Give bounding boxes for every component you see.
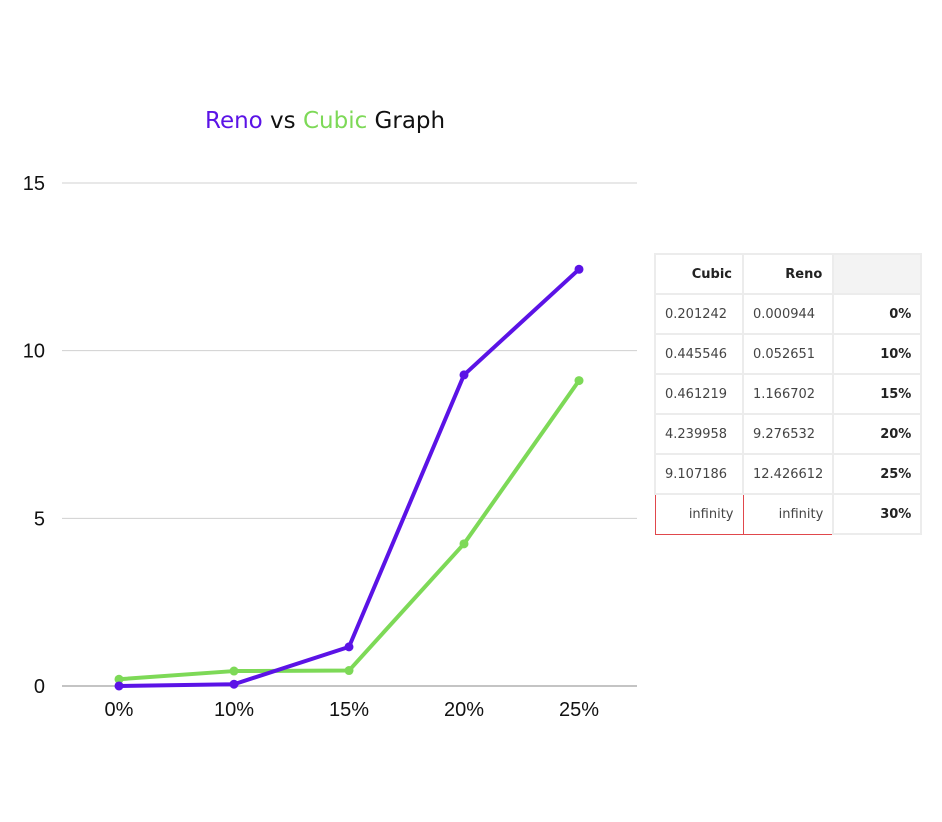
- cell-cubic[interactable]: 4.239958: [654, 413, 744, 455]
- reno-data-point: [229, 679, 239, 689]
- y-tick-label: 5: [34, 508, 45, 530]
- x-tick-label: 25%: [559, 699, 599, 721]
- y-tick-label: 0: [34, 676, 45, 698]
- cell-reno[interactable]: 12.426612: [741, 453, 835, 495]
- header-cubic: Cubic: [654, 253, 744, 295]
- table-row: infinity infinity 30%: [654, 493, 923, 535]
- reno-data-point: [459, 370, 469, 380]
- x-tick-label: 0%: [105, 699, 134, 721]
- y-tick-label: 15: [23, 173, 45, 195]
- axes: 0 5 10 15 0% 10% 15% 20% 25%: [23, 173, 599, 721]
- cubic-data-point: [229, 666, 239, 676]
- table-header-row: Cubic Reno: [654, 253, 923, 295]
- table-row: 9.107186 12.426612 25%: [654, 453, 923, 495]
- cell-label[interactable]: 30%: [832, 493, 923, 535]
- y-tick-label: 10: [23, 341, 45, 363]
- cell-reno[interactable]: 0.000944: [741, 293, 835, 335]
- cell-reno[interactable]: 0.052651: [741, 333, 835, 375]
- cell-label[interactable]: 0%: [832, 293, 923, 335]
- header-blank: [832, 253, 923, 295]
- data-table: Cubic Reno 0.201242 0.000944 0% 0.445546…: [654, 253, 923, 535]
- table-row: 4.239958 9.276532 20%: [654, 413, 923, 455]
- cell-label[interactable]: 10%: [832, 333, 923, 375]
- cell-cubic[interactable]: 0.201242: [654, 293, 744, 335]
- cell-reno[interactable]: 9.276532: [741, 413, 835, 455]
- x-tick-label: 20%: [444, 699, 484, 721]
- table-row: 0.461219 1.166702 15%: [654, 373, 923, 415]
- gridlines: [62, 182, 637, 687]
- table-row: 0.201242 0.000944 0%: [654, 293, 923, 335]
- cubic-series-line: [117, 378, 581, 682]
- cubic-data-point: [344, 666, 354, 676]
- cell-cubic[interactable]: 0.445546: [654, 333, 744, 375]
- table-row: 0.445546 0.052651 10%: [654, 333, 923, 375]
- cell-cubic[interactable]: 0.461219: [654, 373, 744, 415]
- series: [114, 264, 584, 691]
- cell-label[interactable]: 20%: [832, 413, 923, 455]
- cell-reno[interactable]: infinity: [742, 493, 834, 535]
- cell-reno[interactable]: 1.166702: [741, 373, 835, 415]
- header-reno: Reno: [741, 253, 835, 295]
- cubic-data-point: [574, 376, 584, 386]
- cubic-data-point: [459, 539, 469, 549]
- reno-data-point: [114, 681, 124, 691]
- x-tick-label: 10%: [214, 699, 254, 721]
- cell-cubic[interactable]: 9.107186: [654, 453, 744, 495]
- x-tick-label: 15%: [329, 699, 369, 721]
- reno-data-point: [574, 264, 584, 274]
- cell-cubic[interactable]: infinity: [654, 493, 744, 535]
- reno-data-point: [344, 642, 354, 652]
- cell-label[interactable]: 15%: [832, 373, 923, 415]
- cell-label[interactable]: 25%: [832, 453, 923, 495]
